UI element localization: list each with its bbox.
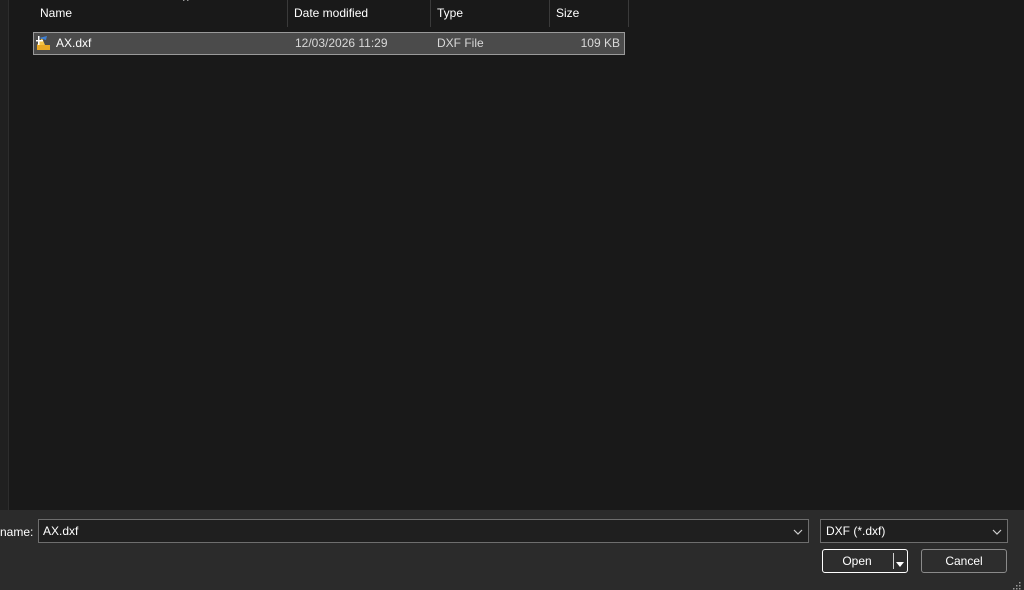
dialog-footer: name: AX.dxf DXF (*.dxf) Open Cancel (0, 510, 1024, 590)
file-size: 109 KB (580, 36, 620, 50)
file-type-select[interactable]: DXF (*.dxf) (820, 519, 1008, 543)
file-name-combobox[interactable]: AX.dxf (38, 519, 809, 543)
file-type: DXF File (437, 36, 484, 50)
cancel-button[interactable]: Cancel (921, 549, 1007, 573)
column-header-size[interactable]: Size (550, 0, 629, 27)
file-date-modified: 12/03/2026 11:29 (295, 36, 388, 50)
column-header-name[interactable]: Name ^ (33, 0, 288, 27)
column-header-size-label: Size (556, 6, 580, 20)
column-header-name-label: Name (40, 6, 73, 20)
sort-ascending-icon: ^ (183, 0, 189, 8)
column-header-type[interactable]: Type (431, 0, 550, 27)
file-row[interactable]: AX.dxf 12/03/2026 11:29 DXF File 109 KB (33, 32, 625, 55)
file-name-label: name: (0, 525, 34, 539)
column-header-type-label: Type (437, 6, 464, 20)
open-file-dialog: Name ^ Date modified Type Size AX.dxf 12… (0, 0, 1024, 590)
column-header-date-modified[interactable]: Date modified (288, 0, 431, 27)
file-name-input-value: AX.dxf (43, 524, 79, 538)
open-button-label: Open (842, 554, 872, 568)
file-name: AX.dxf (56, 36, 92, 50)
column-header-date-label: Date modified (294, 6, 369, 20)
caret-down-icon[interactable] (895, 555, 905, 567)
resize-grip-icon[interactable] (1013, 579, 1021, 590)
file-list-view[interactable]: Name ^ Date modified Type Size AX.dxf 12… (9, 0, 1024, 510)
file-type-select-value: DXF (*.dxf) (826, 524, 886, 538)
dxf-file-icon (36, 33, 52, 54)
open-button[interactable]: Open (822, 549, 908, 573)
chevron-down-icon[interactable] (792, 524, 804, 538)
navigation-pane-edge[interactable] (0, 0, 9, 510)
split-button-divider (893, 553, 894, 569)
cancel-button-label: Cancel (945, 554, 983, 568)
chevron-down-icon[interactable] (991, 524, 1003, 538)
